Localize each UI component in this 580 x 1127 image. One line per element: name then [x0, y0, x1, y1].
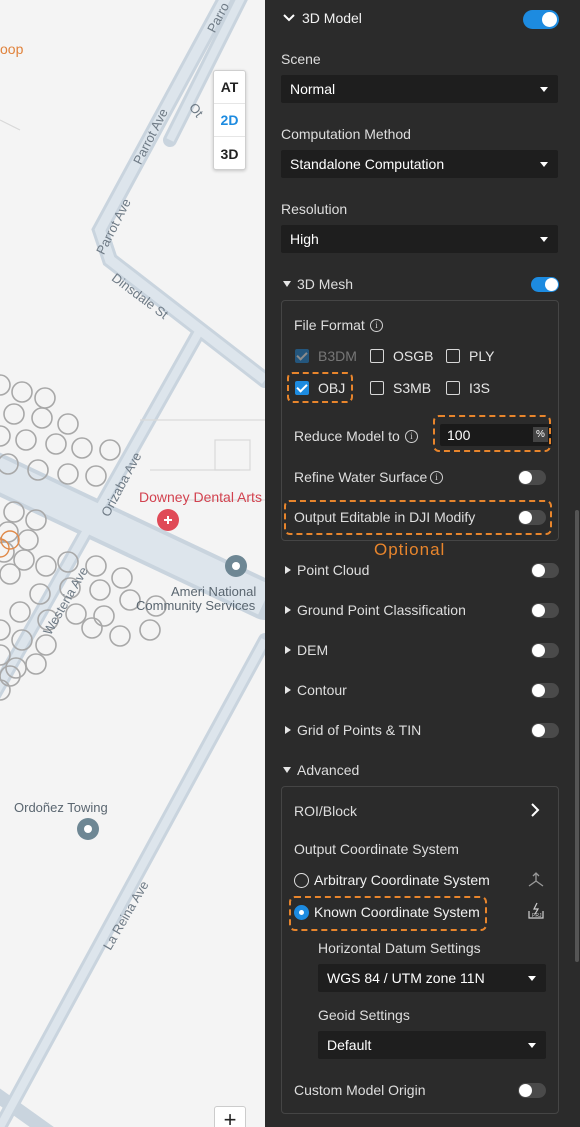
format-b3dm-checkbox	[295, 349, 309, 363]
ground-classification-toggle[interactable]	[531, 603, 559, 618]
geoid-settings-label: Geoid Settings	[318, 1007, 410, 1023]
resolution-label: Resolution	[281, 201, 348, 217]
caret-down-icon	[528, 1043, 536, 1048]
axes-icon[interactable]	[527, 871, 545, 889]
info-icon[interactable]: i	[430, 471, 443, 484]
format-osgb-label: OSGB	[393, 348, 434, 364]
view-mode-switch: AT 2D 3D	[213, 70, 246, 170]
format-i3s-label: I3S	[469, 380, 491, 396]
mesh-title: 3D Mesh	[297, 276, 354, 292]
obj-highlight	[287, 372, 353, 403]
geoid-settings-dropdown[interactable]: Default	[318, 1031, 546, 1059]
poi-community-services: Community Services	[136, 598, 256, 613]
place-pin-icon[interactable]	[225, 555, 247, 577]
section-ground-classification[interactable]: Ground Point Classification	[297, 602, 466, 618]
dem-toggle[interactable]	[531, 643, 559, 658]
section-title-3d-model: 3D Model	[302, 10, 362, 26]
3d-model-toggle[interactable]	[523, 10, 559, 29]
expand-advanced-icon[interactable]	[283, 767, 291, 773]
scene-label: Scene	[281, 51, 321, 67]
grid-tin-toggle[interactable]	[531, 723, 559, 738]
poi-ordonez-towing: Ordoñez Towing	[14, 800, 108, 815]
format-s3mb-label: S3MB	[393, 380, 432, 396]
expand-grid-tin-icon[interactable]	[285, 726, 291, 734]
import-prj-icon[interactable]: PRJ	[527, 902, 545, 920]
caret-down-icon	[528, 976, 536, 981]
chevron-down-icon[interactable]	[282, 12, 296, 24]
scene-value: Normal	[290, 81, 336, 97]
settings-panel: 3D Model Scene Normal Computation Method…	[265, 0, 580, 1127]
map-view[interactable]: oop Parro Ot Parrot Ave Parrot Ave Dinsd…	[0, 0, 265, 1127]
roi-block-label[interactable]: ROI/Block	[294, 803, 357, 819]
resolution-dropdown[interactable]: High	[281, 225, 558, 253]
known-cs-highlight	[289, 896, 487, 931]
reduce-model-label: Reduce Model to	[294, 428, 400, 444]
view-mode-3d[interactable]: 3D	[214, 137, 245, 170]
advanced-title: Advanced	[297, 762, 360, 778]
view-mode-2d[interactable]: 2D	[214, 104, 245, 137]
refine-water-label: Refine Water Surface	[294, 469, 428, 485]
towing-pin-icon[interactable]	[77, 818, 99, 840]
format-s3mb-checkbox[interactable]	[370, 381, 384, 395]
section-dem[interactable]: DEM	[297, 642, 328, 658]
caret-down-icon	[540, 87, 548, 92]
format-ply-checkbox[interactable]	[446, 349, 460, 363]
computation-method-label: Computation Method	[281, 126, 411, 142]
caret-down-icon	[540, 162, 548, 167]
arbitrary-cs-radio[interactable]	[294, 873, 309, 888]
scene-dropdown[interactable]: Normal	[281, 75, 558, 103]
output-editable-highlight	[284, 500, 552, 535]
point-cloud-toggle[interactable]	[531, 563, 559, 578]
refine-water-toggle[interactable]	[518, 470, 546, 485]
panel-scrollbar[interactable]	[575, 510, 579, 962]
geoid-settings-value: Default	[327, 1037, 372, 1053]
expand-point-cloud-icon[interactable]	[285, 566, 291, 574]
section-contour[interactable]: Contour	[297, 682, 347, 698]
caret-down-icon	[540, 237, 548, 242]
medical-pin-icon[interactable]	[157, 509, 179, 531]
format-osgb-checkbox[interactable]	[370, 349, 384, 363]
custom-origin-label: Custom Model Origin	[294, 1082, 426, 1098]
expand-mesh-icon[interactable]	[283, 281, 291, 287]
computation-method-value: Standalone Computation	[290, 156, 445, 172]
output-cs-label: Output Coordinate System	[294, 841, 459, 857]
mesh-toggle[interactable]	[531, 277, 559, 292]
expand-contour-icon[interactable]	[285, 686, 291, 694]
optional-annotation: Optional	[374, 540, 446, 559]
chevron-right-icon[interactable]	[530, 802, 540, 818]
expand-ground-classification-icon[interactable]	[285, 606, 291, 614]
format-b3dm-label: B3DM	[318, 348, 357, 364]
info-icon[interactable]: i	[370, 319, 383, 332]
format-ply-label: PLY	[469, 348, 495, 364]
poi-downey-dental: Downey Dental Arts	[139, 489, 262, 505]
info-icon[interactable]: i	[405, 430, 418, 443]
expand-dem-icon[interactable]	[285, 646, 291, 654]
reduce-model-highlight	[433, 415, 551, 452]
computation-method-dropdown[interactable]: Standalone Computation	[281, 150, 558, 178]
resolution-value: High	[290, 231, 319, 247]
map-label-loop: oop	[0, 41, 24, 57]
horizontal-datum-value: WGS 84 / UTM zone 11N	[327, 970, 485, 986]
svg-text:PRJ: PRJ	[532, 913, 542, 919]
horizontal-datum-label: Horizontal Datum Settings	[318, 940, 481, 956]
arbitrary-cs-label: Arbitrary Coordinate System	[314, 872, 490, 888]
file-format-label: File Format	[294, 317, 365, 333]
section-grid-tin[interactable]: Grid of Points & TIN	[297, 722, 421, 738]
view-mode-at[interactable]: AT	[214, 71, 245, 104]
zoom-in-button[interactable]: +	[214, 1106, 246, 1127]
section-point-cloud[interactable]: Point Cloud	[297, 562, 369, 578]
contour-toggle[interactable]	[531, 683, 559, 698]
poi-ameri-national: Ameri National	[171, 584, 257, 599]
custom-origin-toggle[interactable]	[518, 1083, 546, 1098]
format-i3s-checkbox[interactable]	[446, 381, 460, 395]
horizontal-datum-dropdown[interactable]: WGS 84 / UTM zone 11N	[318, 964, 546, 992]
